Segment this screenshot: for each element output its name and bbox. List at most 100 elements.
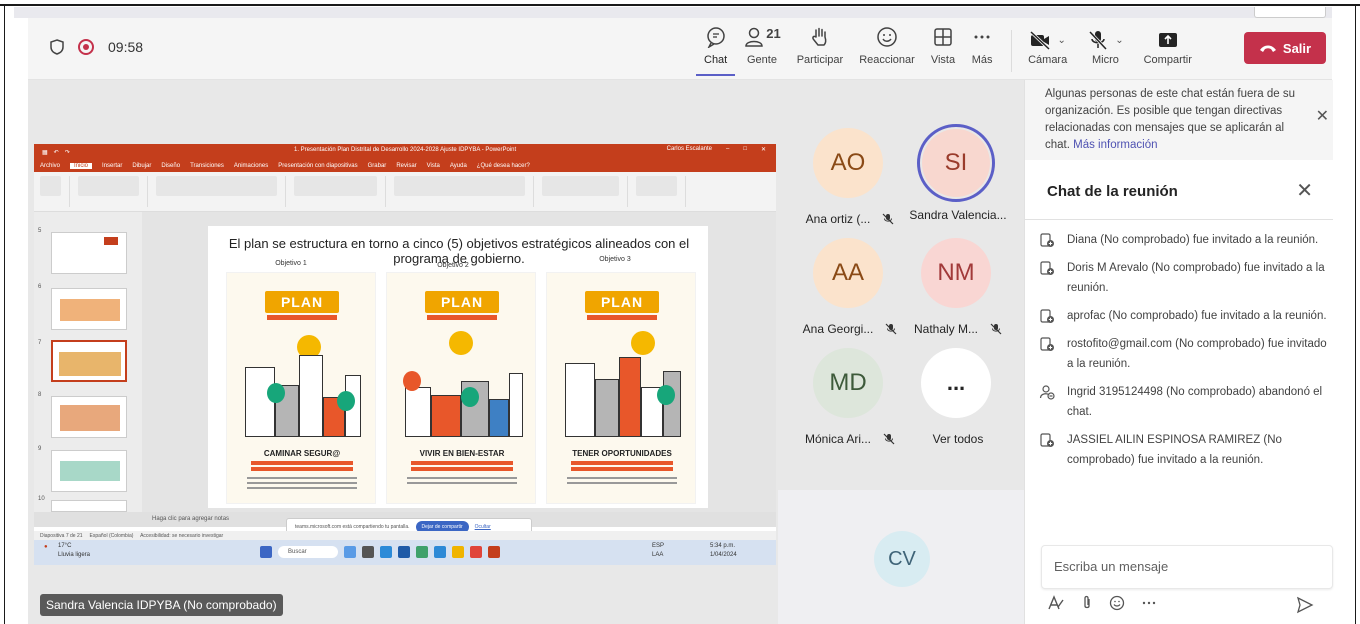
status-accessibility[interactable]: Accesibilidad: se necesario investigar [140, 533, 223, 539]
slide-thumbnail[interactable] [51, 500, 127, 512]
slide-number: 9 [38, 446, 42, 452]
leave-label: Salir [1282, 40, 1312, 56]
city-illustration [401, 331, 523, 437]
emoji-icon [877, 27, 897, 47]
shield-icon [50, 39, 64, 55]
more-icon[interactable] [1141, 595, 1157, 611]
ppt-tab[interactable]: ¿Qué desea hacer? [477, 163, 530, 169]
shared-screen[interactable]: ▦ ↶ ↷ 1. Presentación Plan Distrital de … [34, 144, 776, 565]
slide-thumbnail[interactable] [51, 396, 127, 438]
attach-icon[interactable] [1081, 595, 1093, 611]
chevron-down-icon[interactable]: ⌄ [1057, 35, 1065, 46]
participant-name: Sandra Valencia... [909, 208, 1007, 222]
avatar: AA [813, 238, 883, 308]
app-icon[interactable] [362, 546, 374, 558]
slide-thumbnail[interactable] [51, 288, 127, 330]
close-icon[interactable]: ✕ [1316, 108, 1329, 125]
caption-bars [571, 461, 673, 473]
frame-left [4, 4, 5, 624]
app-icon[interactable] [398, 546, 410, 558]
app-icon[interactable] [344, 546, 356, 558]
close-icon[interactable]: ✕ [1296, 178, 1313, 203]
app-icon[interactable] [452, 546, 464, 558]
app-icon[interactable] [488, 546, 500, 558]
participant-tile[interactable]: MD Mónica Ari... [798, 348, 898, 446]
app-icon[interactable] [470, 546, 482, 558]
ribbon-group [40, 176, 70, 207]
leave-button[interactable]: Salir [1244, 32, 1326, 64]
undo-icon[interactable]: ↶ [54, 149, 59, 156]
tree-shape [461, 387, 479, 407]
ribbon-block[interactable] [78, 176, 139, 196]
ppt-tab[interactable]: Inicio [70, 163, 93, 169]
ppt-tab[interactable]: Dibujar [132, 163, 151, 169]
mic-button[interactable]: ⌄ Micro [1081, 26, 1129, 76]
participant-tile[interactable]: AO Ana ortiz (... [798, 128, 898, 226]
chat-button[interactable]: Chat [696, 26, 736, 76]
avatar[interactable]: CV [874, 531, 930, 587]
chevron-down-icon[interactable]: ⌄ [1115, 35, 1123, 46]
ribbon-block[interactable] [294, 176, 377, 196]
participant-tile[interactable]: NM Nathaly M... [906, 238, 1006, 336]
view-all-tile[interactable]: ... Ver todos [906, 348, 1006, 446]
emoji-icon[interactable] [1109, 595, 1125, 611]
taskbar-lang2: LAA [652, 552, 664, 558]
ribbon-group [156, 176, 286, 207]
app-icon[interactable] [434, 546, 446, 558]
objective-caption: TENER OPORTUNIDADES [572, 449, 672, 458]
minimize-icon[interactable]: – [726, 146, 729, 153]
taskbar-lang[interactable]: ESP [652, 543, 664, 549]
react-button[interactable]: Reaccionar [851, 26, 923, 76]
ribbon-block[interactable] [542, 176, 619, 196]
people-button[interactable]: 21 Gente [735, 26, 788, 76]
ppt-user-name: Carlos Escalante [666, 146, 712, 152]
ppt-tab[interactable]: Transiciones [190, 163, 224, 169]
tree-shape [267, 383, 285, 403]
ppt-tab[interactable]: Revisar [396, 163, 416, 169]
invite-icon [1040, 261, 1054, 275]
maximize-icon[interactable]: □ [743, 146, 747, 153]
ppt-tab[interactable]: Grabar [368, 163, 387, 169]
view-button[interactable]: Vista [923, 26, 963, 76]
raise-hand-button[interactable]: Participar [789, 26, 851, 76]
windows-start-icon[interactable] [260, 546, 272, 558]
ribbon-block[interactable] [156, 176, 277, 196]
more-button[interactable]: Más [963, 26, 1001, 76]
ppt-tab[interactable]: Insertar [102, 163, 122, 169]
format-icon[interactable] [1047, 595, 1065, 611]
objective-label: Objetivo 2 [437, 262, 469, 269]
app-icon[interactable] [416, 546, 428, 558]
send-icon[interactable] [1296, 596, 1314, 614]
app-icon[interactable] [380, 546, 392, 558]
redo-icon[interactable]: ↷ [65, 149, 70, 156]
ppt-tab[interactable]: Ayuda [450, 163, 467, 169]
close-icon[interactable]: ✕ [761, 146, 766, 153]
plan-logo: PLAN [425, 291, 499, 313]
camera-button[interactable]: ⌄ Cámara [1022, 26, 1073, 76]
ribbon-block[interactable] [636, 176, 677, 196]
ppt-tab[interactable]: Presentación con diapositivas [278, 163, 357, 169]
taskbar-search[interactable]: Buscar [278, 546, 338, 558]
message-input[interactable]: Escriba un mensaje [1041, 545, 1333, 589]
ppt-tab[interactable]: Archivo [40, 163, 60, 169]
hide-banner-link[interactable]: Ocultar [475, 524, 491, 530]
ribbon-block[interactable] [394, 176, 525, 196]
share-button[interactable]: Compartir [1138, 26, 1198, 76]
current-slide[interactable]: El plan se estructura en torno a cinco (… [208, 226, 708, 508]
slide-thumbnail-selected[interactable] [51, 340, 127, 382]
slide-thumbnail[interactable] [51, 450, 127, 492]
participant-tile[interactable]: AA Ana Georgi... [798, 238, 898, 336]
ribbon-block[interactable] [40, 176, 61, 196]
slide-thumbnail[interactable] [51, 232, 127, 274]
ppt-tab[interactable]: Diseño [161, 163, 180, 169]
participant-name-row: Ana Georgi... [790, 322, 910, 336]
save-icon[interactable]: ▦ [42, 149, 48, 156]
objective-caption: VIVIR EN BIEN-ESTAR [419, 449, 505, 458]
invite-icon [1040, 433, 1054, 447]
ppt-tab[interactable]: Vista [427, 163, 440, 169]
more-info-link[interactable]: Más información [1073, 139, 1157, 151]
ppt-tab[interactable]: Animaciones [234, 163, 268, 169]
participant-tile-active[interactable]: SI Sandra Valencia... [906, 124, 1007, 222]
ribbon-group [636, 176, 686, 207]
window-strip-button[interactable] [1254, 7, 1326, 18]
